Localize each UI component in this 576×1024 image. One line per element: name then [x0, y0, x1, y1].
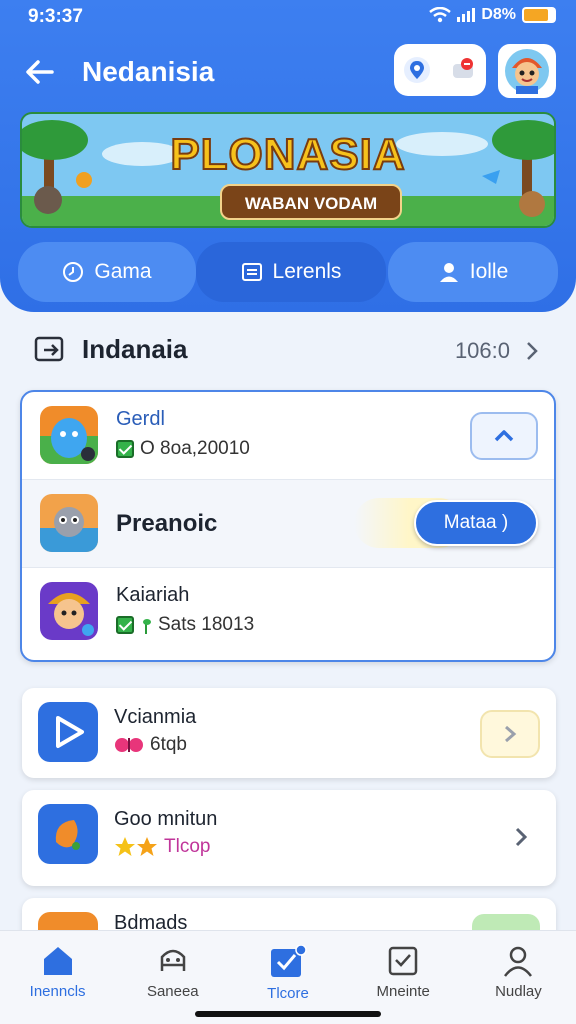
list-item[interactable]: Preanoic Mataa )	[22, 480, 554, 568]
document-icon	[241, 263, 262, 281]
star-icon	[115, 837, 157, 856]
app-header: 9:3:37 D8% Nedanisia PLONASIA WABAN VODA…	[0, 0, 576, 312]
checkbox-icon	[116, 440, 134, 458]
page-title: Nedanisia	[82, 56, 215, 87]
home-indicator	[195, 1011, 381, 1017]
blob-game-icon	[40, 406, 98, 464]
checklist-icon	[388, 946, 418, 976]
header-actions	[394, 44, 486, 96]
explorer-game-icon	[40, 582, 98, 640]
section-value: 106:0	[454, 338, 510, 363]
nav-label: Tlcore	[267, 985, 309, 1002]
tab-profile-label: Iolle	[469, 260, 509, 283]
list-card[interactable]: Vcianmia 6tqb	[22, 688, 556, 778]
chevron-up-icon	[494, 430, 514, 442]
tab-profile[interactable]: Iolle	[388, 242, 558, 302]
tab-game-label: Gama	[94, 260, 152, 283]
store-check-icon	[271, 945, 307, 977]
robot-game-icon	[40, 494, 98, 552]
app-name: Gerdl	[116, 408, 165, 430]
battery-icon	[522, 7, 556, 23]
collapse-button[interactable]	[470, 412, 538, 460]
bottom-nav: Inenncls Saneea Tlcore Mneinte Nudlay	[0, 930, 576, 1024]
tab-game[interactable]: Gama	[18, 242, 196, 302]
nav-label: Mneinte	[376, 983, 430, 1000]
battery-percent: D8%	[481, 6, 516, 23]
chevron-right-icon	[505, 725, 517, 743]
action-button[interactable]: Mataa )	[414, 500, 538, 546]
notification-icon[interactable]	[448, 55, 478, 85]
app-meta: Sats 18013	[158, 614, 255, 635]
nav-label: Nudlay	[495, 983, 542, 1000]
section-title: Indanaia	[82, 334, 188, 364]
play-app-icon	[38, 702, 98, 762]
status-time: 9:3:37	[28, 6, 83, 27]
app-name: Vcianmia	[114, 706, 197, 728]
list-card[interactable]: Goo mnitun Tlcop	[22, 790, 556, 886]
clock-icon	[63, 262, 84, 282]
section-header[interactable]: Indanaia 106:0	[34, 330, 544, 370]
nav-label: Inenncls	[29, 983, 86, 1000]
game-controller-icon	[160, 949, 186, 971]
tab-details[interactable]: Lerenls	[196, 242, 386, 302]
share-box-icon	[34, 336, 64, 362]
nav-item-profile[interactable]: Nudlay	[461, 931, 576, 1024]
app-list-group: Gerdl O 8oa,20010 Preanoic Mataa ) Kaiar…	[20, 390, 556, 662]
wifi-icon	[429, 7, 452, 23]
checkbox-icon	[116, 616, 134, 634]
list-item[interactable]: Gerdl O 8oa,20010	[22, 392, 554, 480]
avatar[interactable]	[498, 44, 556, 98]
avatar-character-icon	[505, 49, 549, 94]
status-bar: 9:3:37 D8%	[28, 6, 556, 28]
app-meta: 6tqb	[150, 734, 187, 755]
nav-label: Saneea	[146, 983, 199, 1000]
banner-title: PLONASIA	[169, 129, 406, 180]
open-button[interactable]	[480, 710, 540, 758]
banner-subtitle: WABAN VODAM	[220, 184, 402, 220]
back-arrow-icon[interactable]	[22, 54, 58, 90]
tab-details-label: Lerenls	[272, 260, 342, 283]
app-meta: O 8oa,20010	[140, 438, 250, 459]
sprout-icon	[143, 619, 151, 634]
location-pin-icon[interactable]	[402, 55, 432, 85]
tab-bar: Gama Lerenls Iolle	[18, 242, 558, 302]
game-banner[interactable]: PLONASIA WABAN VODAM	[20, 112, 556, 228]
chevron-right-icon	[527, 342, 538, 360]
app-name: Goo mnitun	[114, 808, 218, 830]
butterfly-icon	[115, 738, 143, 752]
chevron-right-icon[interactable]	[514, 826, 528, 848]
profile-icon	[504, 946, 533, 977]
app-name: Kaiariah	[116, 584, 190, 606]
home-icon	[43, 947, 72, 975]
app-meta: Tlcop	[164, 836, 211, 857]
person-icon	[439, 263, 458, 282]
nav-item-home[interactable]: Inenncls	[0, 931, 115, 1024]
app-name: Preanoic	[116, 510, 218, 537]
list-item[interactable]: Kaiariah Sats 18013	[22, 568, 554, 656]
signal-icon	[457, 8, 476, 22]
leaf-app-icon	[38, 804, 98, 864]
